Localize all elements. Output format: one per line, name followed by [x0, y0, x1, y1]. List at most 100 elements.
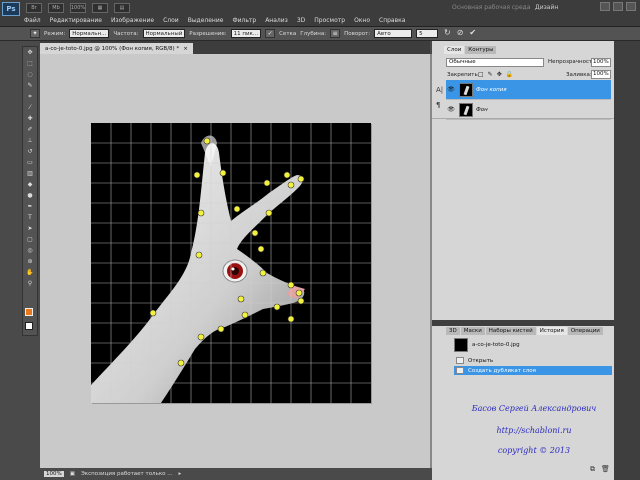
brush-tool-icon[interactable]: ✐ [23, 124, 37, 135]
warp-pin[interactable] [297, 175, 305, 183]
gradient-tool-icon[interactable]: ▥ [23, 168, 37, 179]
warp-pin[interactable] [287, 281, 295, 289]
workspace-label[interactable]: Основная рабочая среда [452, 4, 531, 11]
commit-icon[interactable]: ✔ [469, 28, 476, 37]
warp-pin[interactable] [149, 309, 157, 317]
marquee-tool-icon[interactable]: ⬚ [23, 58, 37, 69]
depth-icon[interactable]: ≡ [330, 29, 341, 38]
tab-layers[interactable]: Слои [444, 46, 465, 54]
menu-analysis[interactable]: Анализ [265, 17, 288, 24]
menu-3d[interactable]: 3D [297, 17, 305, 24]
tab-actions[interactable]: Операции [567, 327, 603, 335]
menu-filter[interactable]: Фильтр [232, 17, 256, 24]
tab-brush-presets[interactable]: Наборы кистей [485, 327, 536, 335]
lasso-tool-icon[interactable]: ◌ [23, 69, 37, 80]
menu-file[interactable]: Файл [24, 17, 41, 24]
history-item[interactable]: Создать дубликат слоя [454, 366, 612, 375]
warp-pin[interactable] [241, 311, 249, 319]
status-arrow-icon[interactable]: ▸ [179, 471, 182, 477]
close-icon[interactable] [626, 2, 636, 11]
warp-pin[interactable] [257, 245, 265, 253]
lock-all-icon[interactable]: 🔒 [506, 71, 513, 78]
view-extras-icon[interactable]: ▦ [92, 3, 108, 13]
blend-mode-select[interactable]: Обычные [446, 58, 544, 67]
stamp-tool-icon[interactable]: ⊥ [23, 135, 37, 146]
background-color-swatch[interactable] [25, 322, 33, 330]
lock-position-icon[interactable]: ✥ [497, 71, 502, 78]
menu-select[interactable]: Выделение [188, 17, 224, 24]
credit-url[interactable]: http://schabloni.ru [464, 426, 604, 435]
minimize-icon[interactable] [600, 2, 610, 11]
document-image[interactable] [91, 123, 371, 403]
eyedropper-tool-icon[interactable]: ⁄ [23, 102, 37, 113]
warp-pin[interactable] [263, 179, 271, 187]
warp-pin[interactable] [217, 325, 225, 333]
warp-pin[interactable] [193, 171, 201, 179]
tab-masks[interactable]: Маски [460, 327, 485, 335]
eraser-tool-icon[interactable]: ▭ [23, 157, 37, 168]
frequency-select[interactable]: Нормальный [142, 29, 186, 38]
maximize-icon[interactable] [613, 2, 623, 11]
menu-layers[interactable]: Слои [163, 17, 179, 24]
warp-pin[interactable] [251, 229, 259, 237]
rotate-number[interactable]: 5 [416, 29, 439, 38]
new-snapshot-icon[interactable]: ⧉ [590, 465, 595, 474]
quick-select-tool-icon[interactable]: ✎ [23, 80, 37, 91]
dodge-tool-icon[interactable]: ● [23, 190, 37, 201]
tab-history[interactable]: История [536, 327, 567, 335]
warp-pin[interactable] [177, 359, 185, 367]
warp-pin[interactable] [295, 289, 303, 297]
design-workspace[interactable]: Дизайн [535, 4, 558, 11]
warp-pin[interactable] [265, 209, 273, 217]
opacity-field[interactable]: 100% [591, 58, 611, 67]
tab-paths[interactable]: Контуры [465, 46, 497, 54]
lock-transparency-icon[interactable]: □ [478, 71, 484, 78]
menu-help[interactable]: Справка [379, 17, 405, 24]
tab-3d[interactable]: 3D [446, 327, 460, 335]
status-zoom[interactable]: 100% [44, 471, 64, 477]
status-info-icon[interactable]: ▣ [70, 471, 75, 477]
zoom-select[interactable]: 100% [70, 3, 86, 13]
cancel-icon[interactable]: ⊘ [457, 28, 464, 37]
3d-camera-tool-icon[interactable]: ⊛ [23, 256, 37, 267]
warp-pin[interactable] [197, 209, 205, 217]
history-item[interactable]: Открыть [454, 356, 612, 365]
reset-icon[interactable]: ↻ [444, 28, 451, 37]
grid-checkbox[interactable]: ✓ [265, 29, 276, 38]
pen-tool-icon[interactable]: ✒ [23, 201, 37, 212]
character-icon[interactable]: A| [436, 86, 443, 94]
crop-tool-icon[interactable]: ⌗ [23, 91, 37, 102]
warp-pin[interactable] [203, 137, 211, 145]
panel-divider[interactable] [432, 320, 614, 326]
lock-pixels-icon[interactable]: ✎ [488, 71, 493, 78]
warp-pin[interactable] [283, 171, 291, 179]
shape-tool-icon[interactable]: ▢ [23, 234, 37, 245]
document-tab[interactable]: a-co-je-toto-0.jpg @ 100% (Фон копия, RG… [40, 43, 193, 54]
blur-tool-icon[interactable]: ◆ [23, 179, 37, 190]
warp-pin[interactable] [297, 297, 305, 305]
hand-tool-icon[interactable]: ✋ [23, 267, 37, 278]
warp-pin[interactable] [233, 205, 241, 213]
history-brush-tool-icon[interactable]: ↺ [23, 146, 37, 157]
warp-pin[interactable] [219, 169, 227, 177]
mode-select[interactable]: Нормальн... [69, 29, 110, 38]
menu-image[interactable]: Изображение [111, 17, 154, 24]
delete-state-icon[interactable]: 🗑 [601, 465, 610, 474]
visibility-eye-icon[interactable]: 👁 [446, 105, 456, 115]
foreground-color-swatch[interactable] [25, 308, 33, 316]
warp-pin[interactable] [195, 251, 203, 259]
healing-tool-icon[interactable]: ✚ [23, 113, 37, 124]
tool-preset-icon[interactable]: ✦ [30, 29, 40, 38]
menu-window[interactable]: Окно [354, 17, 370, 24]
visibility-eye-icon[interactable]: 👁 [446, 85, 456, 95]
arrange-icon[interactable]: ▤ [114, 3, 130, 13]
minibridge-icon[interactable]: Mb [48, 3, 64, 13]
path-select-tool-icon[interactable]: ➤ [23, 223, 37, 234]
rotate-select[interactable]: Авто [374, 29, 413, 38]
bridge-icon[interactable]: Br [26, 3, 42, 13]
warp-pin[interactable] [237, 295, 245, 303]
warp-pin[interactable] [287, 181, 295, 189]
layer-row[interactable]: 👁 Фон копия [446, 80, 611, 100]
menu-view[interactable]: Просмотр [314, 17, 345, 24]
warp-pin[interactable] [259, 269, 267, 277]
